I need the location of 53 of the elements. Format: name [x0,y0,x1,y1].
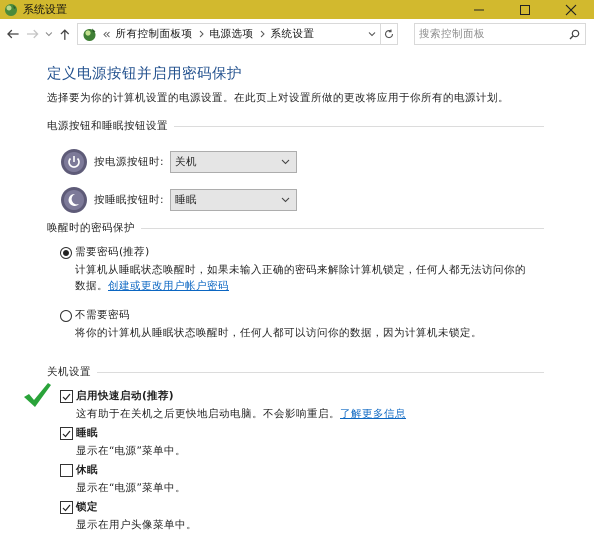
option-label: 锁定 [76,500,99,514]
window-title: 系统设置 [23,2,68,17]
check-mark-icon [22,380,52,410]
moon-icon [60,186,88,214]
double-chevron-icon[interactable] [102,30,110,38]
search-icon[interactable] [568,29,580,40]
breadcrumb-item[interactable]: 系统设置 [270,27,315,41]
link[interactable]: 创建或更改用户帐户密码 [108,280,229,292]
radio-button[interactable] [60,247,72,259]
chevron-down-icon [281,159,290,165]
option-label: 不需要密码 [75,308,131,322]
option-description: 将你的计算机从睡眠状态唤醒时，任何人都可以访问你的数据，因为计算机未锁定。 [75,326,483,341]
power-icon [60,148,88,176]
option-label: 休眠 [76,463,99,477]
breadcrumb-chevron-icon[interactable] [198,30,204,38]
dropdown-chevron-icon[interactable] [368,31,376,37]
field-label: 按睡眠按钮时: [94,193,164,207]
checkbox[interactable] [60,427,73,440]
section-title: 关机设置 [47,365,91,379]
section-title: 电源按钮和睡眠按钮设置 [47,119,168,133]
option-description: 显示在“电源”菜单中。 [76,444,187,459]
option-label: 启用快速启动(推荐) [76,389,175,403]
dropdown[interactable]: 睡眠 [170,189,297,211]
section-title: 唤醒时的密码保护 [47,221,135,235]
checkbox[interactable] [60,464,73,477]
control-panel-icon [82,26,97,42]
option-description: 计算机从睡眠状态唤醒时，如果未输入正确的密码来解除计算机锁定，任何人都无法访问你的数据。创建或更改用户帐户密码 [75,263,527,294]
up-arrow-icon[interactable] [58,28,71,40]
checkbox[interactable] [60,501,73,514]
dropdown[interactable]: 关机 [170,151,297,173]
search-field[interactable]: 搜索控制面板 [414,23,586,45]
back-arrow-icon[interactable] [6,28,20,40]
refresh-icon[interactable] [384,29,394,39]
breadcrumb-chevron-icon[interactable] [260,30,265,38]
refresh-button[interactable] [380,23,398,45]
radio-button[interactable] [60,310,72,322]
breadcrumb-item[interactable]: 所有控制面板项 [116,27,193,41]
option-description: 显示在用户头像菜单中。 [76,518,198,533]
page-description: 选择要为你的计算机设置的电源设置。在此页上对设置所做的更改将应用于你所有的电源计划。 [47,91,510,105]
option-label: 需要密码(推荐) [75,245,150,259]
maximize-icon[interactable] [518,4,532,16]
link[interactable]: 了解更多信息 [340,408,406,420]
option-description: 显示在“电源”菜单中。 [76,481,187,496]
breadcrumb-item[interactable]: 电源选项 [210,27,254,41]
chevron-down-icon [281,197,290,203]
page-heading: 定义电源按钮并启用密码保护 [47,64,243,83]
checkbox[interactable] [60,390,73,403]
option-label: 睡眠 [76,426,99,440]
dropdown-chevron-icon[interactable] [45,31,53,37]
close-icon[interactable] [564,4,578,16]
option-description: 这有助于在关机之后更快地启动电脑。不会影响重启。了解更多信息 [76,407,407,422]
app-icon [4,2,18,16]
field-label: 按电源按钮时: [94,155,164,169]
